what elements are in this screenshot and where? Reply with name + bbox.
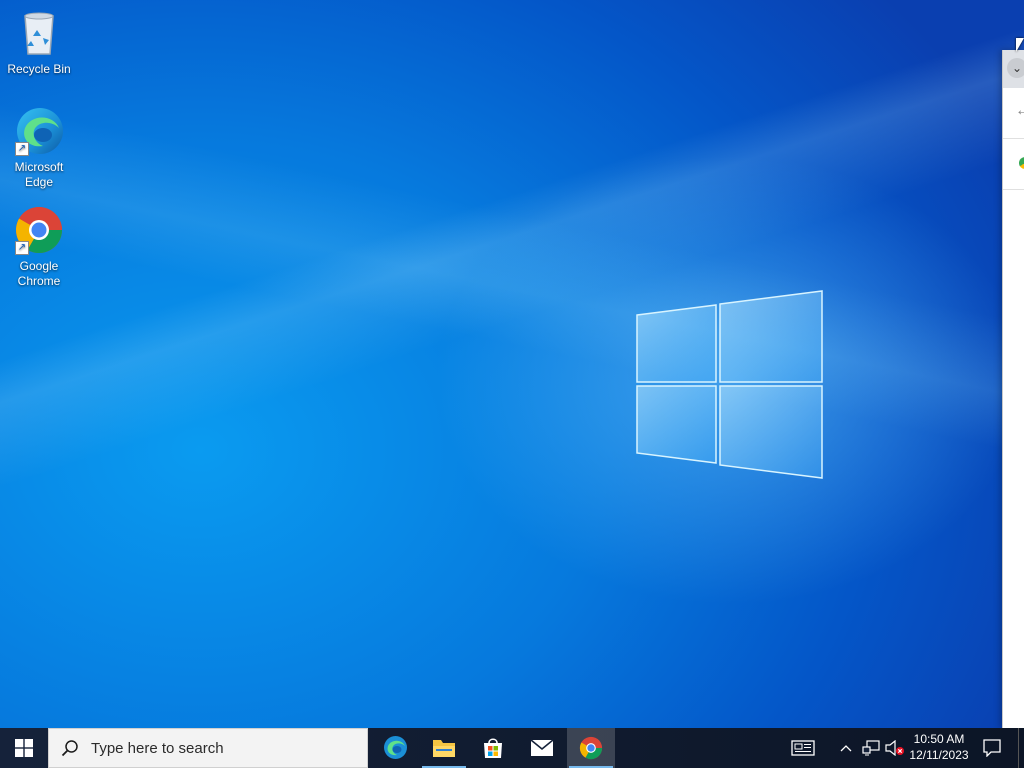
notification-icon [983, 739, 1001, 757]
search-icon [61, 740, 78, 757]
back-arrow-icon[interactable]: ← [1015, 102, 1024, 120]
desktop-icon-label: Microsoft Edge [14, 160, 64, 189]
tab-search-chevron-icon[interactable]: ⌄ [1007, 58, 1024, 78]
windows-logo-wallpaper [636, 290, 823, 479]
action-center-button[interactable] [980, 728, 1004, 768]
volume-button[interactable] [884, 728, 906, 768]
clock-date: 12/11/2023 [909, 748, 969, 762]
shortcut-arrow-icon: ↗ [15, 142, 29, 156]
taskbar-clock[interactable]: 10:50 AM 12/11/2023 [904, 728, 974, 768]
taskbar-app-chrome[interactable] [567, 728, 615, 768]
windows-start-icon [15, 739, 33, 757]
desktop-icon-recycle-bin[interactable]: Recycle Bin [2, 8, 76, 77]
news-and-interests-button[interactable] [786, 728, 820, 768]
light-beam-top [0, 0, 1024, 728]
edge-icon: ↗ [13, 106, 65, 158]
news-icon [791, 740, 815, 756]
shortcut-arrow-icon: ↗ [15, 241, 29, 255]
search-input[interactable] [89, 738, 343, 758]
taskbar: 10:50 AM 12/11/2023 [0, 728, 1024, 768]
chrome-favicon-icon[interactable] [1019, 157, 1024, 169]
desktop-icon-microsoft-edge[interactable]: ↗ Microsoft Edge [2, 106, 76, 190]
taskbar-app-store[interactable] [469, 728, 517, 768]
taskbar-app-edge[interactable] [371, 728, 419, 768]
taskbar-search-box[interactable] [48, 728, 368, 768]
chevron-up-icon [840, 745, 852, 752]
mail-icon [530, 739, 554, 756]
show-hidden-icons-button[interactable] [836, 728, 856, 768]
network-status-button[interactable] [860, 728, 882, 768]
taskbar-app-file-explorer[interactable] [420, 728, 468, 768]
folder-icon [433, 740, 455, 757]
desktop-icon-google-chrome[interactable]: ↗ Google Chrome [2, 205, 76, 289]
browser-toolbar: ← [1003, 88, 1024, 139]
volume-muted-icon [885, 740, 904, 756]
browser-bookmarks-bar [1003, 139, 1024, 190]
desktop-background: Recycle Bin ↗ Microsoft Edge ↗ Google Ch… [0, 0, 1024, 728]
store-icon [484, 738, 502, 758]
taskbar-app-mail[interactable] [518, 728, 566, 768]
desktop-icon-label: Recycle Bin [7, 62, 71, 76]
start-button[interactable] [0, 728, 48, 768]
chrome-icon: ↗ [13, 205, 65, 257]
clock-time: 10:50 AM [913, 732, 965, 746]
recycle-bin-icon [13, 8, 65, 60]
edge-icon [384, 736, 407, 759]
network-icon [862, 740, 880, 756]
desktop-icon-label: Google Chrome [17, 259, 61, 288]
mouse-pointer-icon [1016, 38, 1024, 52]
offscreen-browser-window[interactable]: ⌄ ← [1002, 50, 1024, 728]
browser-tabstrip: ⌄ [1003, 50, 1024, 88]
chrome-icon [579, 736, 603, 760]
light-beam-bottom [0, 0, 1024, 728]
show-desktop-button[interactable] [1018, 728, 1024, 768]
